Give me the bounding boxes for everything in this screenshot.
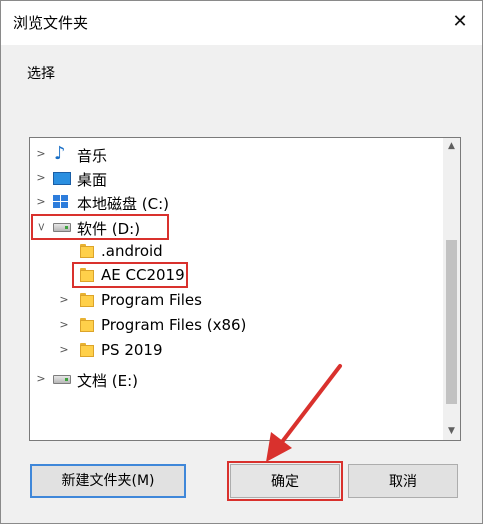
- tree-item-label: PS 2019: [101, 341, 163, 359]
- folder-icon: [80, 318, 94, 332]
- dialog-title: 浏览文件夹: [13, 14, 89, 32]
- tree-item-label: 本地磁盘 (C:): [77, 195, 169, 213]
- tree-item-label: AE CC2019: [101, 266, 185, 284]
- vertical-scrollbar[interactable]: ▲ ▼: [443, 138, 460, 440]
- cancel-button[interactable]: 取消: [348, 464, 458, 498]
- ok-button[interactable]: 确定: [230, 464, 340, 498]
- chevron-right-icon[interactable]: >: [58, 317, 70, 333]
- folder-icon: [80, 268, 94, 282]
- new-folder-button[interactable]: 新建文件夹(M): [30, 464, 186, 498]
- drive-icon: [53, 223, 71, 232]
- scroll-thumb[interactable]: [446, 240, 457, 404]
- scroll-up-icon[interactable]: ▲: [443, 138, 460, 155]
- music-icon: ♪: [54, 143, 66, 164]
- folder-icon: [80, 293, 94, 307]
- tree-item-label: 文档 (E:): [77, 372, 139, 390]
- chevron-right-icon[interactable]: >: [35, 194, 47, 210]
- tree-item-label: 软件 (D:): [77, 220, 141, 238]
- close-icon: ✕: [452, 10, 468, 32]
- chevron-right-icon[interactable]: >: [35, 146, 47, 162]
- tree-item-ae-cc2019[interactable]: AE CC2019: [30, 263, 440, 287]
- tree-item-program-files[interactable]: > Program Files: [30, 288, 440, 312]
- prompt-label: 选择: [27, 66, 55, 82]
- drive-icon: [53, 375, 71, 384]
- tree-item-label: Program Files: [101, 291, 202, 309]
- folder-icon: [80, 343, 94, 357]
- chevron-down-icon[interactable]: >: [33, 221, 49, 233]
- folder-tree[interactable]: > ♪ 音乐 > 桌面 > 本地磁盘 (C:) > 软件 (D:) .andro…: [29, 137, 461, 441]
- tree-item-label: 音乐: [77, 147, 108, 165]
- chevron-right-icon[interactable]: >: [58, 292, 70, 308]
- tree-item-drive-c[interactable]: > 本地磁盘 (C:): [30, 190, 440, 214]
- chevron-right-icon[interactable]: >: [35, 170, 47, 186]
- tree-item-desktop[interactable]: > 桌面: [30, 166, 440, 190]
- tree-item-drive-d[interactable]: > 软件 (D:): [30, 215, 440, 239]
- tree-item-label: .android: [101, 242, 163, 260]
- title-bar: 浏览文件夹 ✕: [1, 1, 482, 45]
- tree-item-ps-2019[interactable]: > PS 2019: [30, 338, 440, 362]
- tree-item-label: 桌面: [77, 171, 108, 189]
- tree-item-android[interactable]: .android: [30, 239, 440, 263]
- tree-item-program-files-x86[interactable]: > Program Files (x86): [30, 313, 440, 337]
- tree-item-drive-e[interactable]: > 文档 (E:): [30, 367, 440, 391]
- close-button[interactable]: ✕: [448, 9, 472, 33]
- chevron-right-icon[interactable]: >: [58, 342, 70, 358]
- chevron-right-icon[interactable]: >: [35, 371, 47, 387]
- folder-icon: [80, 244, 94, 258]
- windows-drive-icon: [53, 195, 69, 209]
- desktop-icon: [53, 172, 71, 185]
- tree-item-music[interactable]: > ♪ 音乐: [30, 142, 440, 166]
- browse-folder-dialog: 浏览文件夹 ✕ 选择 > ♪ 音乐 > 桌面 > 本地磁盘 (C:) > 软件 …: [0, 0, 483, 524]
- tree-item-label: Program Files (x86): [101, 316, 247, 334]
- scroll-down-icon[interactable]: ▼: [443, 423, 460, 440]
